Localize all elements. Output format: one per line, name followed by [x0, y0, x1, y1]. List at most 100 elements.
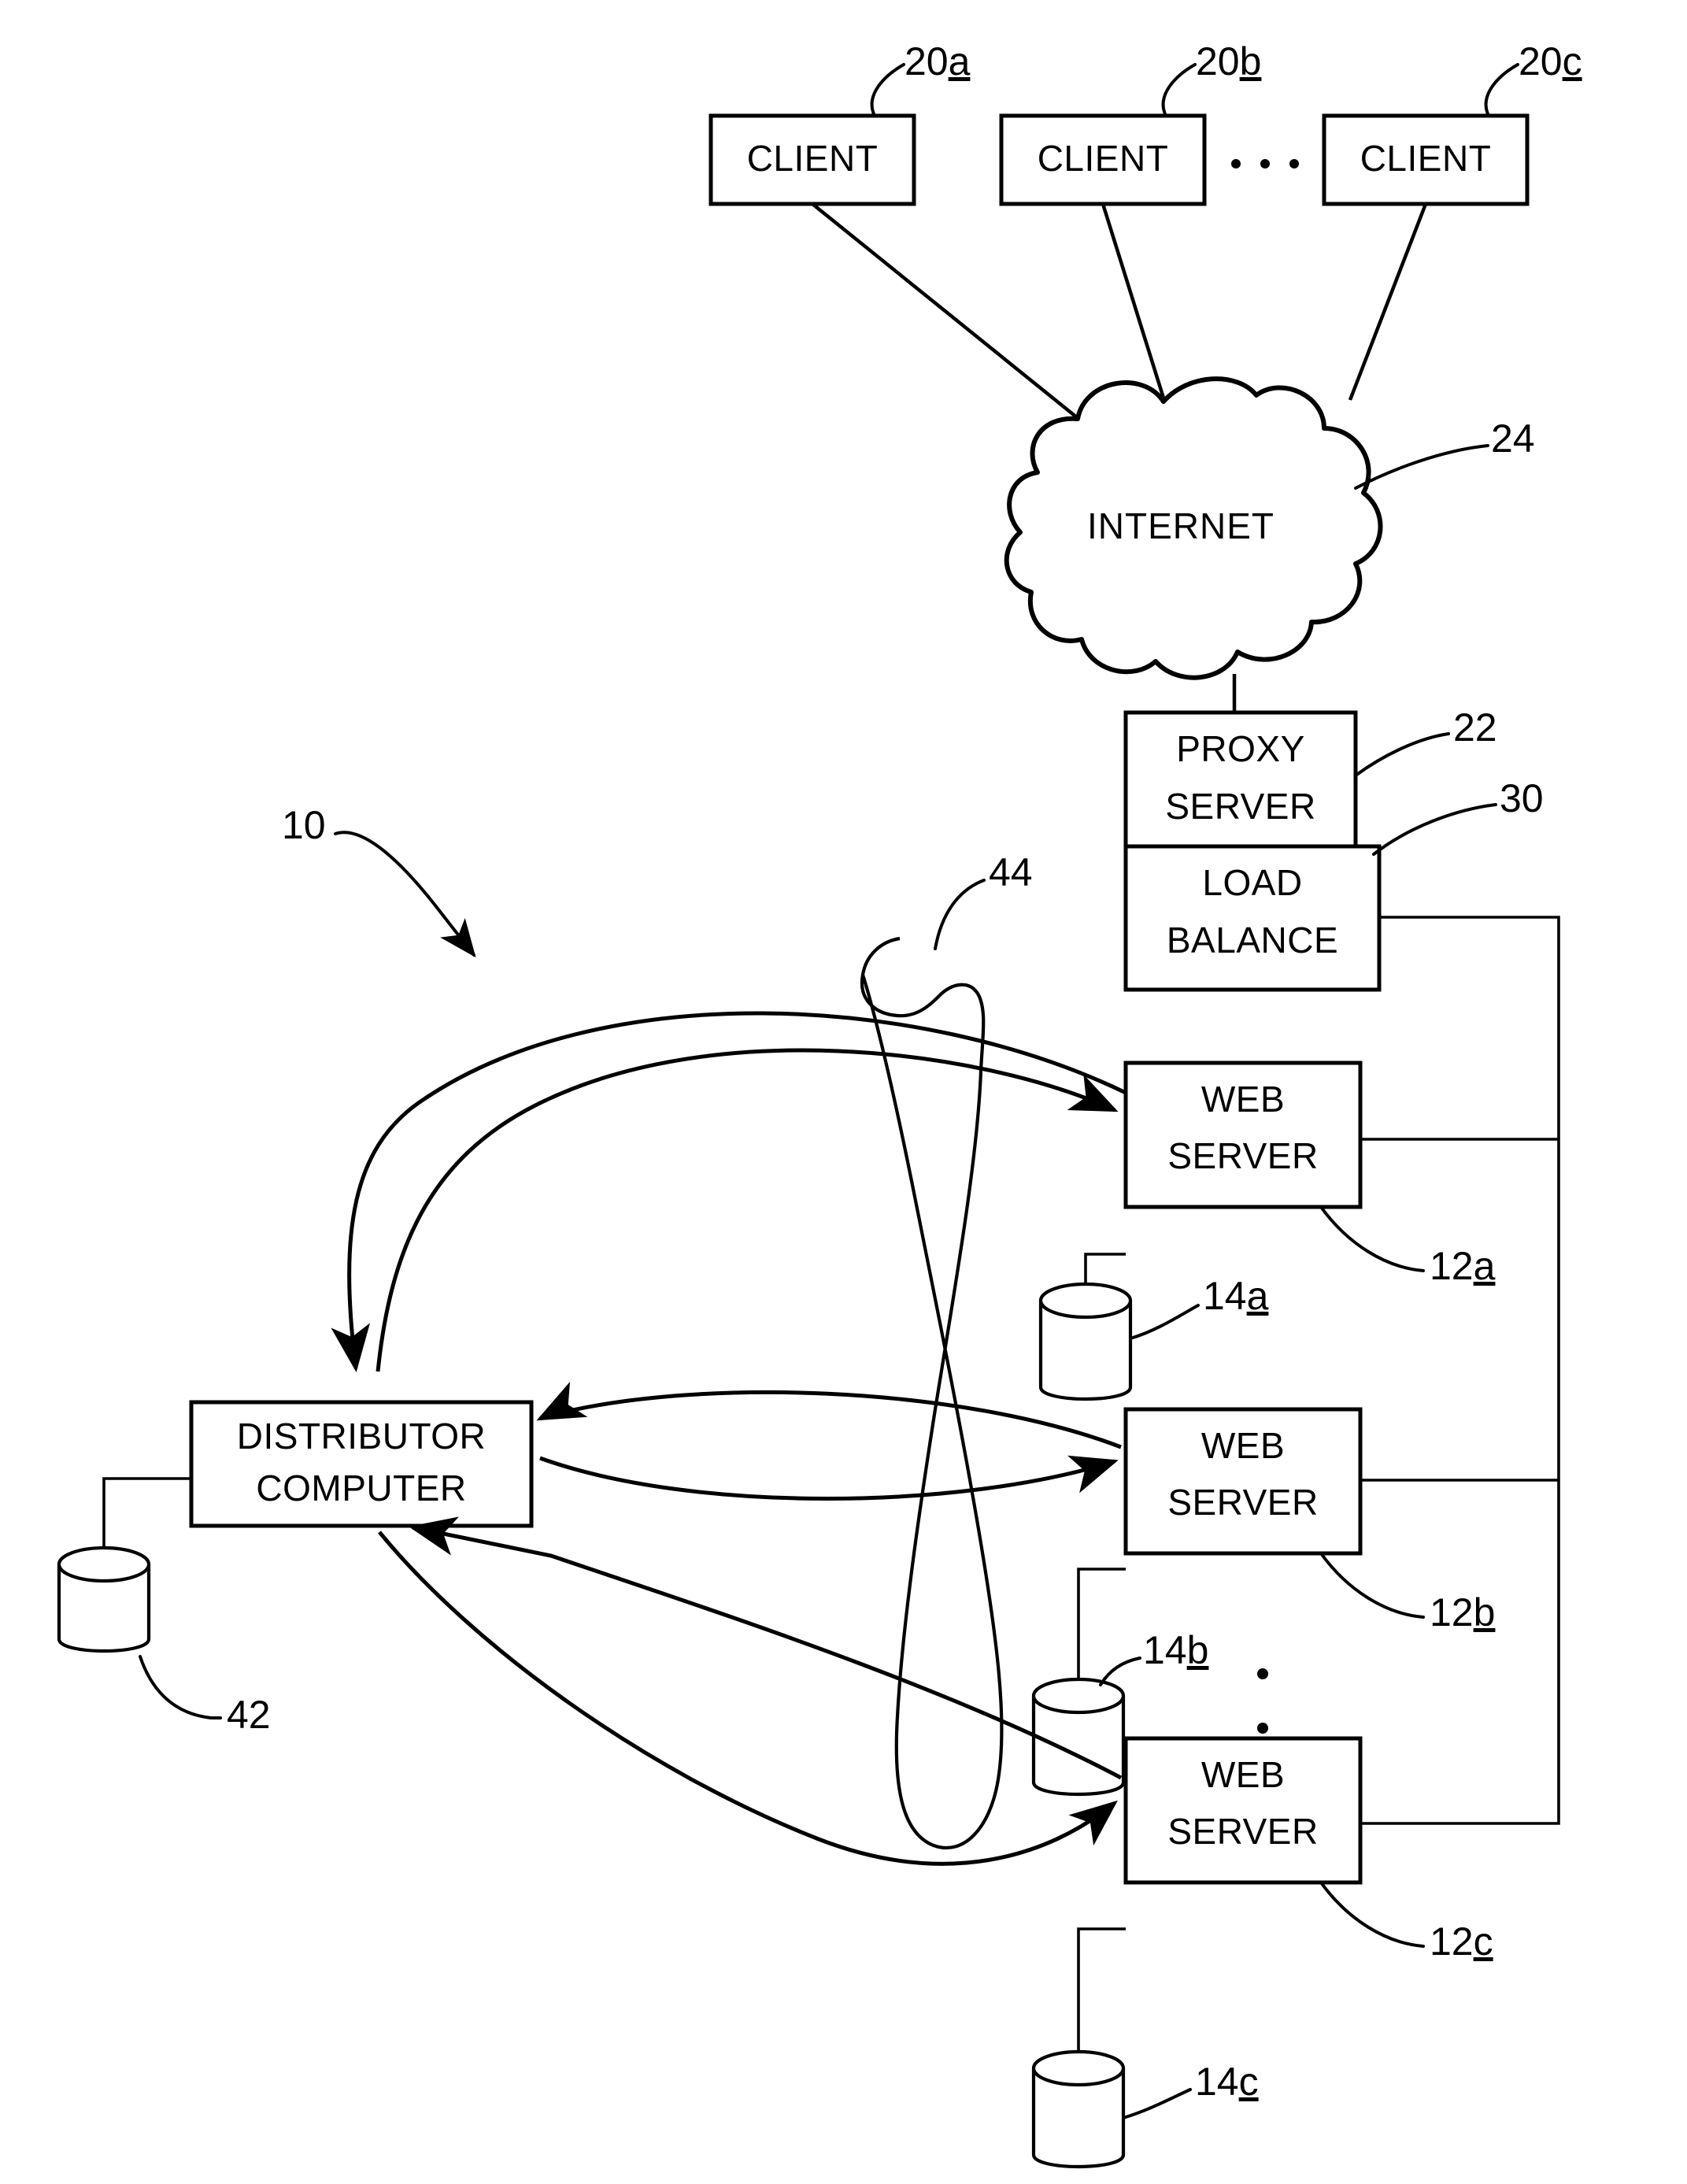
- svg-text:12a: 12a: [1430, 1244, 1496, 1288]
- web-server-node-12b[interactable]: WEB SERVER: [1123, 1407, 1363, 1556]
- link-ws12c-db14c: [1077, 1927, 1126, 2053]
- distributor-label-line2: COMPUTER: [256, 1468, 466, 1508]
- arc-distributor-to-ws12c: [378, 1531, 1118, 1866]
- internet-label: INTERNET: [1087, 505, 1274, 546]
- patent-figure: CLIENT CLIENT CLIENT INTERNET PROXY SERV…: [0, 0, 1687, 2184]
- ref-numeral-20c: 20c: [1519, 39, 1582, 83]
- svg-text:14c: 14c: [1195, 2060, 1259, 2104]
- ref-numeral-24: 24: [1491, 416, 1535, 461]
- leader-line-20a: [870, 63, 905, 117]
- link-distributor-db42: [102, 1477, 191, 1549]
- svg-text:20a: 20a: [905, 39, 971, 83]
- ref-12c-sub: c: [1474, 1919, 1493, 1964]
- database-14c-top[interactable]: [1031, 2049, 1126, 2087]
- web-server-label-12a-line1: WEB: [1201, 1079, 1285, 1120]
- system-ref-arrow-10: [334, 831, 476, 958]
- leader-line-44: [934, 879, 986, 950]
- leader-line-42: [139, 1655, 222, 1719]
- leader-line-30: [1372, 803, 1497, 856]
- client-node-20a[interactable]: CLIENT: [708, 113, 916, 206]
- leader-line-14b: [1099, 1657, 1141, 1686]
- arc-ws12a-to-distributor: [331, 1011, 1127, 1372]
- web-server-label-12b-line2: SERVER: [1167, 1482, 1318, 1523]
- ref-20c-num: 20: [1519, 39, 1563, 83]
- leader-line-22: [1354, 732, 1450, 777]
- link-ws12b-db14b: [1077, 1568, 1126, 1681]
- database-14b-top[interactable]: [1031, 1677, 1126, 1715]
- figure-canvas: CLIENT CLIENT CLIENT INTERNET PROXY SERV…: [57, 39, 1582, 2169]
- load-balance-label-line1: LOAD: [1202, 862, 1302, 903]
- proxy-server-node[interactable]: PROXY SERVER: [1123, 710, 1358, 858]
- ref-12b-sub: b: [1474, 1590, 1496, 1634]
- web-server-node-12c[interactable]: WEB SERVER: [1123, 1736, 1363, 1885]
- ref-20a-num: 20: [905, 39, 949, 83]
- ref-numeral-12b: 12b: [1430, 1590, 1495, 1634]
- web-server-label-12c-line1: WEB: [1201, 1754, 1285, 1795]
- svg-text:12b: 12b: [1430, 1590, 1495, 1634]
- ref-numeral-44: 44: [989, 850, 1033, 894]
- client-label-20a: CLIENT: [747, 138, 879, 179]
- ref-14a-sub: a: [1247, 1274, 1269, 1318]
- ref-24-num: 24: [1491, 416, 1535, 461]
- client-label-20b: CLIENT: [1038, 138, 1169, 179]
- database-14a[interactable]: [1038, 1282, 1133, 1401]
- ref-20a-sub: a: [949, 39, 971, 83]
- ref-22-num: 22: [1453, 705, 1497, 750]
- server-bus-line: [1360, 916, 1560, 1825]
- leader-line-12a: [1319, 1205, 1425, 1272]
- ref-numeral-20a: 20a: [905, 39, 971, 83]
- ref-14b-sub: b: [1187, 1628, 1209, 1672]
- ref-20b-sub: b: [1240, 39, 1262, 83]
- web-server-node-12a[interactable]: WEB SERVER: [1123, 1061, 1363, 1209]
- link-ws12a-db14a: [1084, 1253, 1126, 1286]
- ref-numeral-14b: 14b: [1143, 1628, 1208, 1672]
- client-node-20c[interactable]: CLIENT: [1322, 113, 1530, 206]
- leader-line-12c: [1319, 1881, 1425, 1948]
- ref-numeral-42: 42: [227, 1693, 271, 1737]
- web-server-label-12a-line2: SERVER: [1167, 1135, 1318, 1176]
- web-server-label-12c-line2: SERVER: [1167, 1811, 1318, 1852]
- ref-14c-num: 14: [1195, 2060, 1239, 2104]
- ref-12c-num: 12: [1430, 1919, 1474, 1964]
- leader-line-20c: [1484, 63, 1519, 117]
- ref-10-num: 10: [282, 803, 326, 847]
- link-client20a-internet: [811, 202, 1079, 420]
- ref-12b-num: 12: [1430, 1590, 1474, 1634]
- database-14a-top[interactable]: [1038, 1282, 1133, 1320]
- ref-20c-sub: c: [1563, 39, 1582, 83]
- web-server-label-12b-line1: WEB: [1201, 1425, 1285, 1466]
- arc-ws12c-to-distributor: [409, 1516, 1123, 1780]
- internet-cloud[interactable]: INTERNET: [1004, 376, 1383, 680]
- svg-text:14a: 14a: [1203, 1274, 1269, 1318]
- arc-distributor-to-ws12b: [539, 1455, 1119, 1501]
- distributor-computer-node[interactable]: DISTRIBUTOR COMPUTER: [189, 1400, 534, 1528]
- proxy-server-label-line1: PROXY: [1176, 728, 1305, 769]
- link-client20b-internet: [1101, 203, 1167, 404]
- leader-line-24: [1354, 444, 1489, 490]
- ref-numeral-10: 10: [282, 803, 326, 847]
- ref-numeral-22: 22: [1453, 705, 1497, 750]
- ref-12a-sub: a: [1474, 1244, 1496, 1288]
- database-14c[interactable]: [1031, 2049, 1126, 2169]
- database-14b[interactable]: [1031, 1677, 1126, 1797]
- ref-30-num: 30: [1500, 776, 1544, 820]
- ref-numeral-30: 30: [1500, 776, 1544, 820]
- ref-14c-sub: c: [1239, 2060, 1259, 2104]
- arc-ws12b-to-distributor: [536, 1382, 1122, 1449]
- database-42-top[interactable]: [57, 1545, 151, 1583]
- database-42[interactable]: [57, 1545, 151, 1653]
- load-balance-node[interactable]: LOAD BALANCE: [1123, 844, 1382, 992]
- ref-44-num: 44: [989, 850, 1033, 894]
- ref-numeral-12c: 12c: [1430, 1919, 1493, 1964]
- svg-text:20b: 20b: [1196, 39, 1261, 83]
- client-node-20b[interactable]: CLIENT: [999, 113, 1207, 206]
- leader-line-20b: [1161, 63, 1197, 117]
- ref-numeral-12a: 12a: [1430, 1244, 1496, 1288]
- link-client20c-internet: [1348, 203, 1428, 401]
- leader-line-14a: [1129, 1304, 1200, 1340]
- ref-numeral-20b: 20b: [1196, 39, 1261, 83]
- ref-12a-num: 12: [1430, 1244, 1474, 1288]
- svg-text:12c: 12c: [1430, 1919, 1493, 1964]
- leader-line-12b: [1319, 1552, 1425, 1619]
- distributor-label-line1: DISTRIBUTOR: [237, 1416, 486, 1457]
